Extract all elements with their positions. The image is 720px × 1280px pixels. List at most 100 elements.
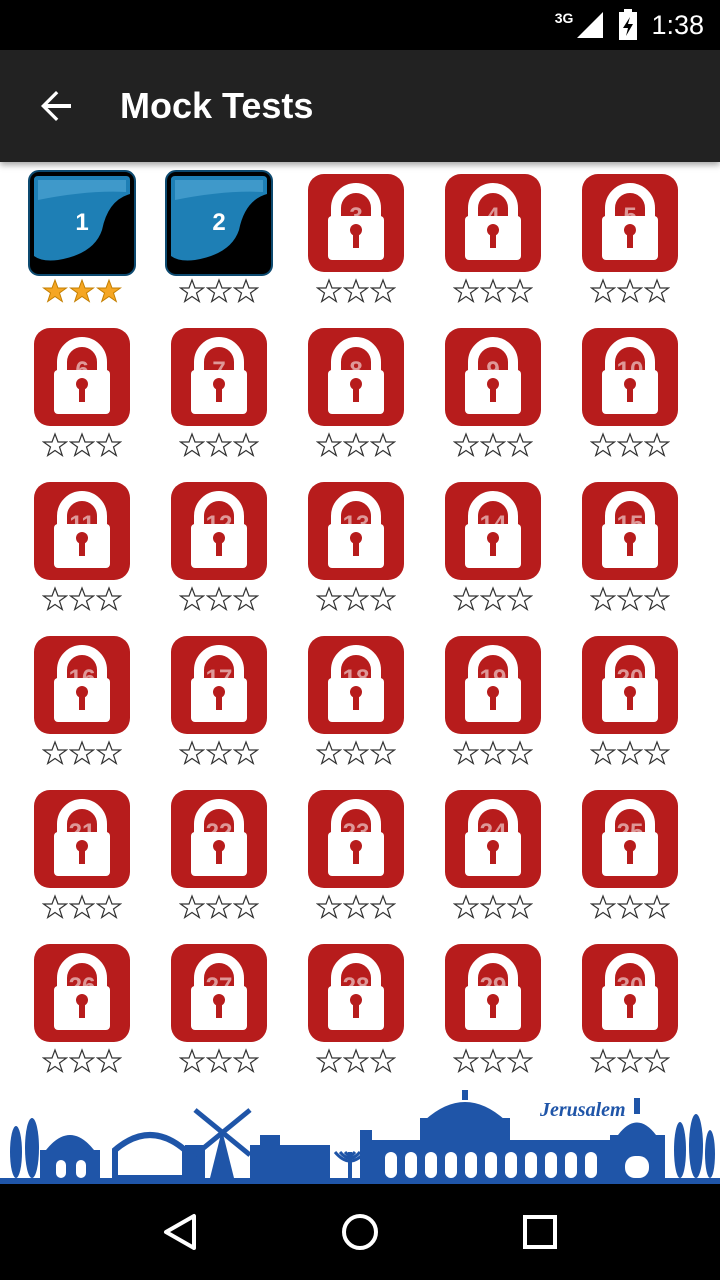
- mock-test-item: 21: [22, 786, 142, 926]
- locked-test-button[interactable]: 14: [445, 482, 541, 580]
- star-outline-icon: [96, 740, 122, 765]
- padlock-icon: [582, 944, 678, 1042]
- banner-text: Jerusalem: [539, 1099, 626, 1121]
- locked-test-button[interactable]: 9: [445, 328, 541, 426]
- locked-test-button[interactable]: 22: [171, 790, 267, 888]
- locked-test-button[interactable]: 15: [582, 482, 678, 580]
- network-type: 3G: [554, 10, 574, 26]
- padlock-icon: [445, 944, 541, 1042]
- star-outline-icon: [233, 740, 259, 765]
- star-outline-icon: [96, 894, 122, 919]
- star-rating: [433, 586, 553, 614]
- star-outline-icon: [370, 740, 396, 765]
- locked-test-button[interactable]: 16: [34, 636, 130, 734]
- star-outline-icon: [590, 432, 616, 457]
- star-outline-icon: [343, 1048, 369, 1073]
- star-outline-icon: [453, 278, 479, 303]
- locked-test-button[interactable]: 7: [171, 328, 267, 426]
- padlock-icon: [171, 482, 267, 580]
- back-button[interactable]: [20, 70, 92, 142]
- star-rating: [433, 278, 553, 306]
- star-rating: [570, 432, 690, 460]
- mock-test-item: 11: [22, 478, 142, 618]
- triangle-back-icon: [164, 1214, 196, 1250]
- locked-test-button[interactable]: 19: [445, 636, 541, 734]
- star-outline-icon: [617, 278, 643, 303]
- test-tile-icon: [165, 170, 273, 276]
- arrow-left-icon: [41, 91, 71, 121]
- locked-test-button[interactable]: 28: [308, 944, 404, 1042]
- test-button[interactable]: 1: [28, 170, 136, 276]
- locked-test-button[interactable]: 11: [34, 482, 130, 580]
- star-outline-icon: [590, 278, 616, 303]
- locked-test-button[interactable]: 24: [445, 790, 541, 888]
- locked-test-button[interactable]: 5: [582, 174, 678, 272]
- star-rating: [296, 1048, 416, 1076]
- mock-test-item: 14: [433, 478, 553, 618]
- mock-test-item: 25: [570, 786, 690, 926]
- locked-test-button[interactable]: 18: [308, 636, 404, 734]
- padlock-icon: [445, 790, 541, 888]
- locked-test-button[interactable]: 17: [171, 636, 267, 734]
- star-outline-icon: [453, 586, 479, 611]
- star-outline-icon: [69, 586, 95, 611]
- clock: 1:38: [651, 9, 704, 40]
- locked-test-button[interactable]: 26: [34, 944, 130, 1042]
- star-outline-icon: [316, 586, 342, 611]
- mock-test-item: 20: [570, 632, 690, 772]
- jerusalem-skyline-banner: Jerusalem: [0, 1090, 720, 1186]
- padlock-icon: [308, 636, 404, 734]
- mock-test-item: 17: [159, 632, 279, 772]
- nav-recents-button[interactable]: [510, 1202, 570, 1262]
- padlock-icon: [445, 174, 541, 272]
- locked-test-button[interactable]: 8: [308, 328, 404, 426]
- status-bar: 3G 1:38: [0, 0, 720, 50]
- locked-test-button[interactable]: 23: [308, 790, 404, 888]
- locked-test-button[interactable]: 10: [582, 328, 678, 426]
- test-button[interactable]: 2: [165, 170, 273, 276]
- nav-back-button[interactable]: [150, 1202, 210, 1262]
- locked-test-button[interactable]: 4: [445, 174, 541, 272]
- star-outline-icon: [370, 894, 396, 919]
- locked-test-button[interactable]: 30: [582, 944, 678, 1042]
- star-outline-icon: [69, 740, 95, 765]
- star-outline-icon: [590, 894, 616, 919]
- mock-test-item: 26: [22, 940, 142, 1080]
- star-rating: [296, 432, 416, 460]
- star-outline-icon: [370, 586, 396, 611]
- star-rating: [296, 278, 416, 306]
- circle-home-icon: [342, 1214, 378, 1250]
- star-outline-icon: [233, 586, 259, 611]
- star-outline-icon: [370, 278, 396, 303]
- padlock-icon: [34, 790, 130, 888]
- star-outline-icon: [316, 432, 342, 457]
- padlock-icon: [171, 328, 267, 426]
- locked-test-button[interactable]: 27: [171, 944, 267, 1042]
- star-rating: [22, 432, 142, 460]
- star-rating: [22, 740, 142, 768]
- square-recents-icon: [523, 1215, 557, 1249]
- star-outline-icon: [590, 1048, 616, 1073]
- nav-home-button[interactable]: [330, 1202, 390, 1262]
- locked-test-button[interactable]: 29: [445, 944, 541, 1042]
- star-outline-icon: [69, 894, 95, 919]
- star-outline-icon: [453, 894, 479, 919]
- star-rating: [159, 278, 279, 306]
- star-rating: [159, 1048, 279, 1076]
- mock-test-item: 6: [22, 324, 142, 464]
- locked-test-button[interactable]: 21: [34, 790, 130, 888]
- signal-icon: [577, 12, 604, 38]
- star-outline-icon: [233, 432, 259, 457]
- locked-test-button[interactable]: 13: [308, 482, 404, 580]
- locked-test-button[interactable]: 25: [582, 790, 678, 888]
- locked-test-button[interactable]: 3: [308, 174, 404, 272]
- star-rating: [22, 586, 142, 614]
- star-rating: [570, 586, 690, 614]
- locked-test-button[interactable]: 6: [34, 328, 130, 426]
- locked-test-button[interactable]: 20: [582, 636, 678, 734]
- locked-test-button[interactable]: 12: [171, 482, 267, 580]
- star-outline-icon: [480, 432, 506, 457]
- star-rating: [159, 894, 279, 922]
- star-outline-icon: [590, 586, 616, 611]
- padlock-icon: [582, 790, 678, 888]
